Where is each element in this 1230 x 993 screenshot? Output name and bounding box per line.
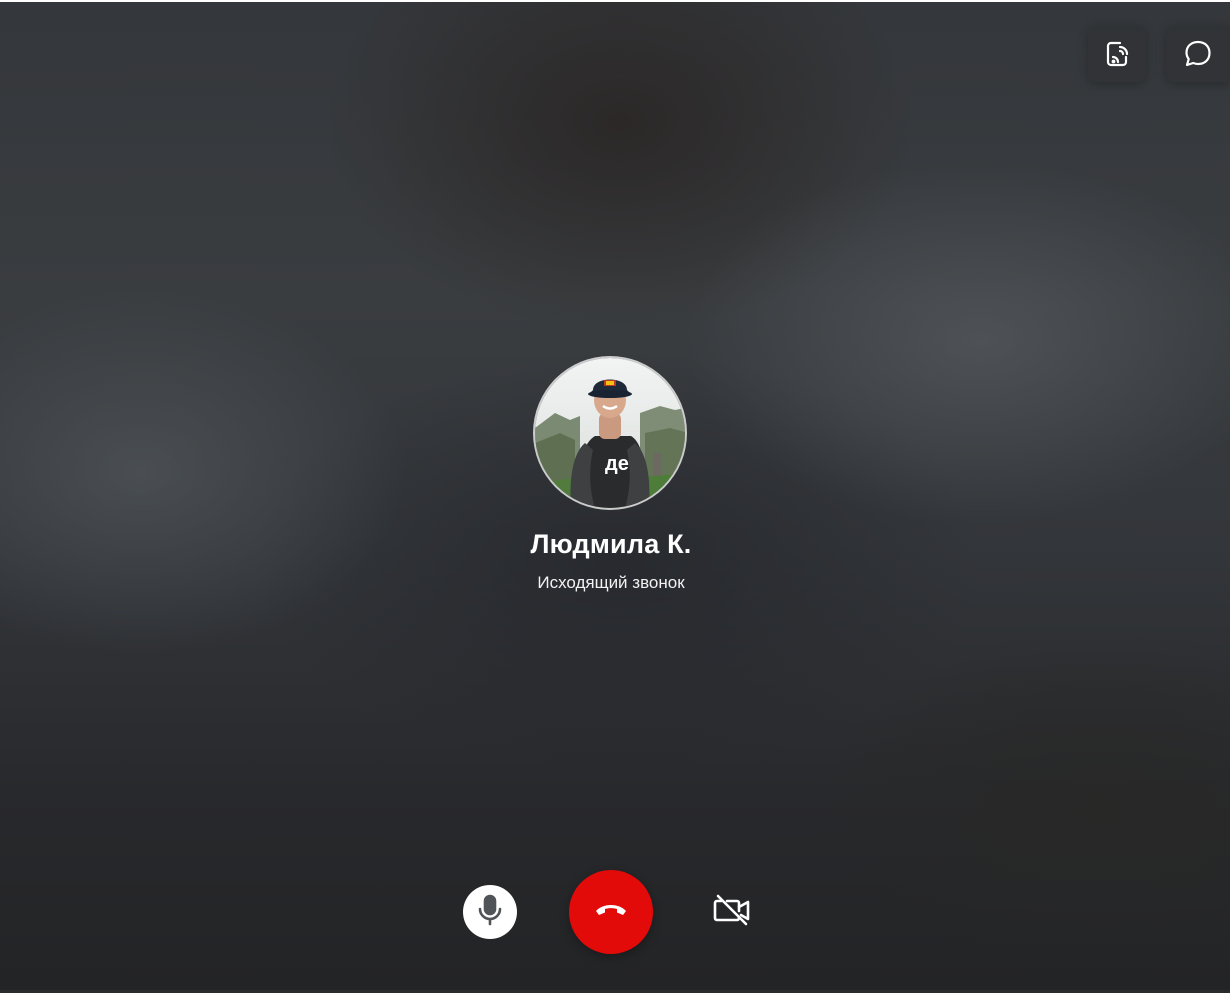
microphone-icon — [476, 894, 504, 931]
phone-hangup-icon — [593, 900, 629, 925]
screen-share-button[interactable] — [1088, 26, 1146, 82]
video-toggle-button[interactable] — [705, 885, 759, 939]
svg-text:де: де — [605, 453, 629, 475]
caller-name: Людмила К. — [530, 529, 692, 559]
microphone-button[interactable] — [463, 885, 517, 939]
chat-button[interactable] — [1166, 26, 1230, 82]
call-screen: де Людмила К. Исходящий звонок — [0, 2, 1230, 990]
caller-avatar: де — [535, 358, 685, 508]
chat-bubble-icon — [1182, 38, 1214, 70]
screen-share-icon — [1101, 38, 1133, 70]
call-status: Исходящий звонок — [537, 573, 685, 592]
video-off-icon — [712, 893, 752, 932]
hangup-button[interactable] — [569, 870, 653, 954]
